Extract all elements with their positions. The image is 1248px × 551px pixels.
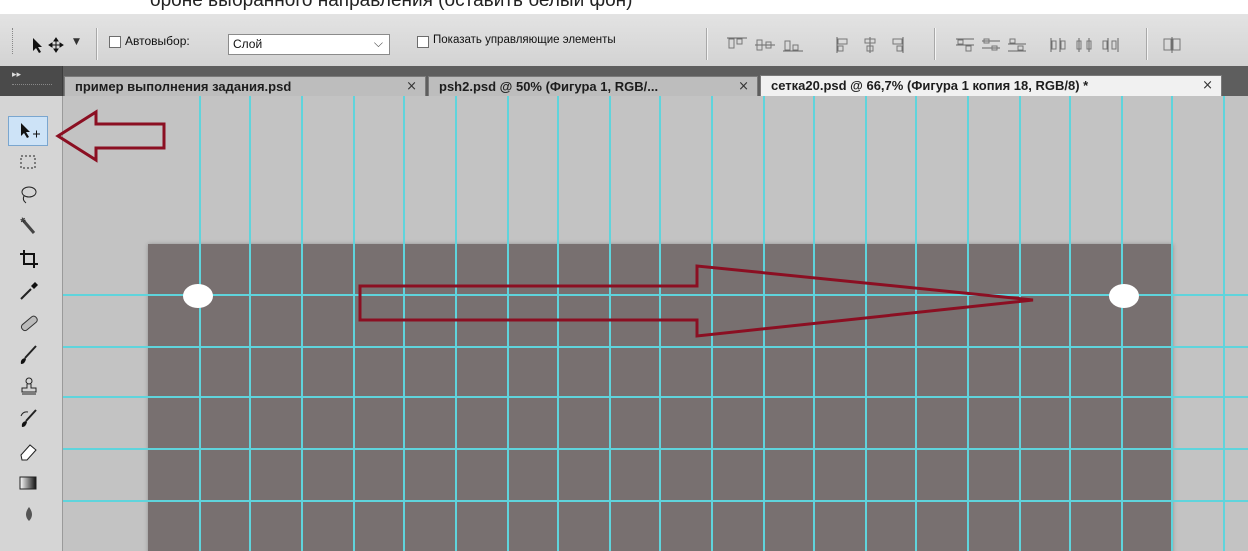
eraser-icon — [20, 444, 37, 461]
tools-panel-header[interactable]: ▸▸ — [0, 66, 63, 96]
healing-brush-tool-button[interactable] — [8, 308, 48, 338]
tab-document-1[interactable]: пример выполнения задания.psd × — [64, 76, 426, 96]
stamp-icon — [21, 377, 37, 395]
annotation-arrow-left — [55, 109, 166, 163]
close-icon[interactable]: × — [1202, 78, 1213, 93]
gradient-icon — [19, 476, 37, 490]
crop-tool-button[interactable] — [8, 244, 48, 274]
divider — [96, 28, 98, 60]
lasso-icon — [21, 186, 37, 204]
distribute-vcenter-icon[interactable] — [980, 36, 1002, 54]
annotation-overlay — [358, 264, 1034, 338]
options-bar-grip[interactable] — [12, 28, 15, 54]
crop-icon — [20, 250, 38, 268]
document-text-snippet: ороне выбранного направления (оставить б… — [0, 0, 1248, 14]
chevron-down-icon: ⌵ — [373, 36, 383, 50]
distribute-left-icon[interactable] — [1048, 36, 1070, 54]
annotation-arrow-right — [358, 264, 1034, 338]
tab-document-2[interactable]: psh2.psd @ 50% (Фигура 1, RGB/... × — [428, 76, 758, 96]
distribute-bottom-icon[interactable] — [1006, 36, 1028, 54]
divider — [934, 28, 936, 60]
tab-label: psh2.psd @ 50% (Фигура 1, RGB/... — [439, 79, 659, 94]
distribute-hcenter-icon[interactable] — [1074, 36, 1096, 54]
tool-preset-picker[interactable]: ▼ — [27, 34, 87, 56]
blur-icon — [26, 507, 32, 521]
auto-select-label: Автовыбор: — [125, 34, 190, 48]
tab-label: пример выполнения задания.psd — [75, 79, 292, 94]
expand-panel-icon[interactable]: ▸▸ — [12, 70, 21, 80]
auto-select-dropdown[interactable]: Слой ⌵ — [228, 34, 390, 55]
align-bottom-icon[interactable] — [782, 36, 804, 54]
align-hcenter-icon[interactable] — [860, 36, 882, 54]
eyedropper-tool-button[interactable] — [8, 276, 48, 306]
distribute-top-icon[interactable] — [954, 36, 976, 54]
document-text: ороне выбранного направления (оставить б… — [150, 0, 633, 11]
history-brush-tool-button[interactable] — [8, 404, 48, 434]
move-tool-icon — [33, 37, 64, 53]
auto-select-checkbox[interactable] — [109, 36, 121, 48]
align-left-icon[interactable] — [834, 36, 856, 54]
options-bar: ▼ Автовыбор: Слой ⌵ Показать управляющие… — [0, 14, 1248, 67]
eyedropper-icon — [20, 282, 38, 300]
close-icon[interactable]: × — [406, 79, 417, 94]
brush-tool-button[interactable] — [8, 340, 48, 370]
tab-label: сетка20.psd @ 66,7% (Фигура 1 копия 18, … — [771, 78, 1089, 93]
align-right-icon[interactable] — [886, 36, 908, 54]
document-tab-bar: пример выполнения задания.psd × psh2.psd… — [0, 66, 1248, 96]
divider — [706, 28, 708, 60]
clone-stamp-tool-button[interactable] — [8, 372, 48, 402]
align-vcenter-icon[interactable] — [754, 36, 776, 54]
panel-grip[interactable] — [12, 84, 52, 85]
eraser-tool-button[interactable] — [8, 436, 48, 466]
auto-select-value: Слой — [233, 37, 263, 51]
brush-icon — [20, 345, 37, 364]
quick-selection-icon — [20, 217, 36, 234]
auto-align-icon[interactable] — [1162, 36, 1184, 54]
chevron-down-icon: ▼ — [73, 37, 80, 47]
align-top-icon[interactable] — [726, 36, 748, 54]
bandage-icon — [20, 315, 38, 332]
document-canvas[interactable] — [63, 96, 1248, 551]
divider — [1146, 28, 1148, 60]
tab-document-3-active[interactable]: сетка20.psd @ 66,7% (Фигура 1 копия 18, … — [760, 75, 1222, 96]
lasso-tool-button[interactable] — [8, 180, 48, 210]
gradient-tool-button[interactable] — [8, 468, 48, 498]
history-brush-icon — [20, 409, 37, 427]
show-transform-controls-label: Показать управляющие элементы — [433, 34, 616, 46]
quick-selection-tool-button[interactable] — [8, 212, 48, 242]
distribute-right-icon[interactable] — [1100, 36, 1122, 54]
blur-tool-button[interactable] — [8, 500, 48, 530]
close-icon[interactable]: × — [738, 79, 749, 94]
show-transform-controls-checkbox[interactable] — [417, 36, 429, 48]
